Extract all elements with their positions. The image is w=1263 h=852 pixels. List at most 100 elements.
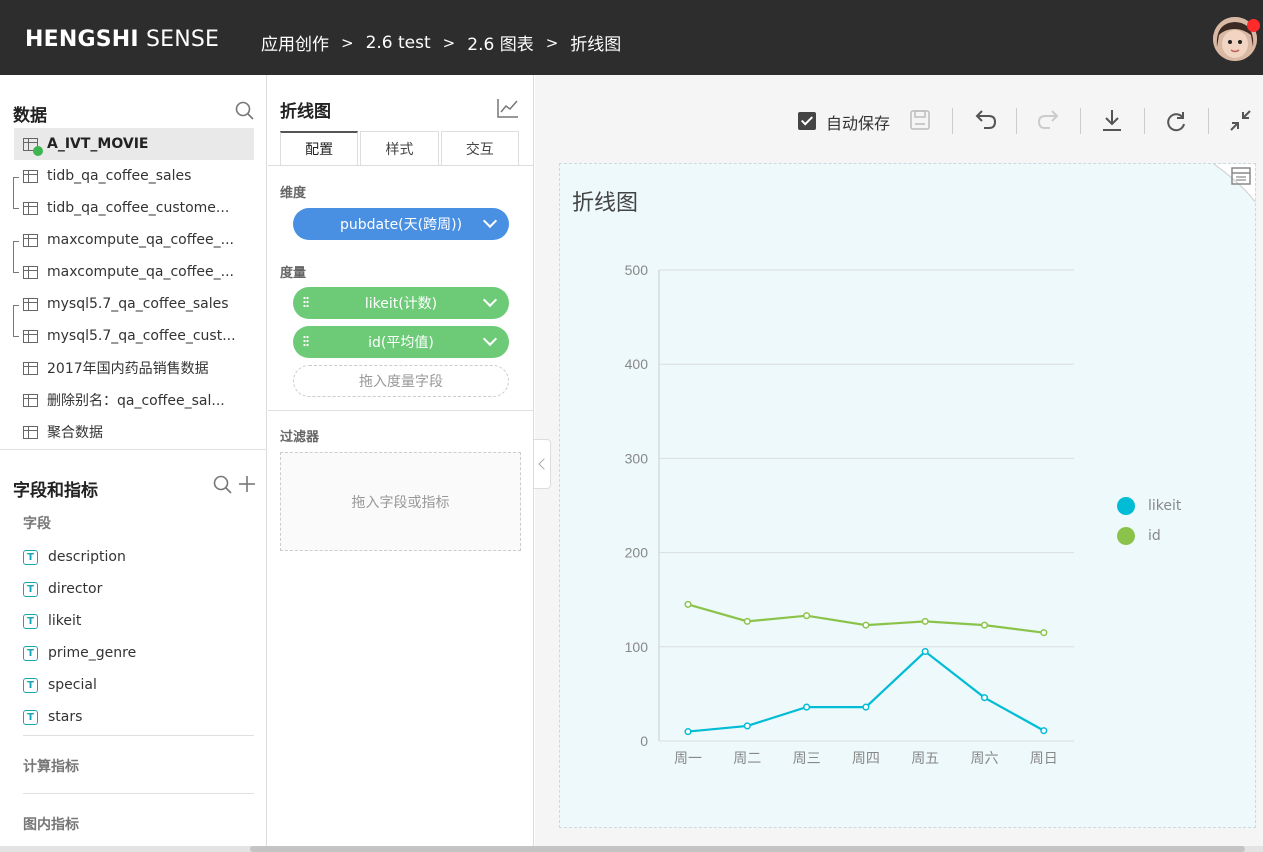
data-point-id[interactable] <box>743 617 751 625</box>
dimension-pill[interactable]: pubdate(天(跨周)) <box>293 208 509 240</box>
field-label: likeit <box>48 613 82 629</box>
legend-item-id[interactable]: id <box>1117 521 1181 551</box>
table-icon <box>23 425 38 439</box>
dataset-list: A_IVT_MOVIE tidb_qa_coffee_sales tidb_qa… <box>14 128 254 448</box>
data-point-likeit[interactable] <box>743 722 751 730</box>
breadcrumb-item[interactable]: 2.6 test <box>366 33 431 53</box>
dataset-item[interactable]: maxcompute_qa_coffee_... <box>14 256 254 288</box>
dataset-item[interactable]: tidb_qa_coffee_custome... <box>14 192 254 224</box>
chevron-down-icon[interactable] <box>482 331 498 347</box>
drag-handle-icon[interactable] <box>303 335 309 348</box>
field-label: director <box>48 581 103 597</box>
search-icon[interactable] <box>235 101 255 121</box>
text-type-icon: T <box>23 581 38 597</box>
toolbar-separator <box>1080 108 1081 134</box>
data-point-id[interactable] <box>1040 629 1048 637</box>
filter-drop-zone[interactable]: 拖入字段或指标 <box>280 452 521 551</box>
field-label: description <box>48 549 126 565</box>
line-chart-icon[interactable] <box>496 97 520 119</box>
data-point-likeit[interactable] <box>980 694 989 702</box>
measure-drop-zone[interactable]: 拖入度量字段 <box>293 365 509 397</box>
dataset-item[interactable]: 删除别名：qa_coffee_sal... <box>14 384 254 416</box>
scrollbar-thumb[interactable] <box>250 846 1245 852</box>
dataset-label: 聚合数据 <box>47 425 103 441</box>
data-point-likeit[interactable] <box>921 647 929 656</box>
tab-style[interactable]: 样式 <box>360 131 439 166</box>
top-bar: HENGSHI SENSE 应用创作 > 2.6 test > 2.6 图表 >… <box>0 0 1263 75</box>
redo-icon[interactable] <box>1034 106 1064 136</box>
field-item[interactable]: Tdescription <box>23 545 126 569</box>
field-item[interactable]: Tstars <box>23 705 82 729</box>
calc-metrics-heading[interactable]: 计算指标 <box>23 756 79 776</box>
data-point-id[interactable] <box>980 621 989 629</box>
collapse-icon[interactable] <box>1226 106 1256 136</box>
breadcrumb-separator: > <box>341 33 354 52</box>
breadcrumb-item[interactable]: 2.6 图表 <box>467 30 533 55</box>
line-chart[interactable]: 0 100 200 300 400 500 周一 周二 周三 周四 周五 周六 周日 <box>560 164 1255 784</box>
dataset-item[interactable]: A_IVT_MOVIE <box>14 128 254 160</box>
search-icon[interactable] <box>213 475 233 495</box>
x-tick-label: 周六 <box>971 751 999 767</box>
text-type-icon: T <box>23 613 38 629</box>
drag-handle-icon[interactable] <box>303 296 309 309</box>
data-section-title: 数据 <box>13 106 47 126</box>
save-icon[interactable] <box>905 106 935 136</box>
dimension-pill-label: pubdate(天(跨周)) <box>339 217 463 233</box>
undo-icon[interactable] <box>970 106 1000 136</box>
data-point-id[interactable] <box>921 617 929 625</box>
dataset-item[interactable]: 2017年国内药品销售数据 <box>14 352 254 384</box>
refresh-icon[interactable] <box>1161 106 1191 136</box>
autosave-label: 自动保存 <box>826 114 891 133</box>
fields-subheading: 字段 <box>23 516 51 532</box>
chart-metrics-heading[interactable]: 图内指标 <box>23 814 79 834</box>
chevron-down-icon[interactable] <box>482 292 498 308</box>
data-point-likeit[interactable] <box>862 703 870 711</box>
y-tick-label: 500 <box>625 262 649 278</box>
dataset-item[interactable]: tidb_qa_coffee_sales <box>14 160 254 192</box>
data-point-likeit[interactable] <box>803 703 811 711</box>
field-item[interactable]: Tlikeit <box>23 609 81 633</box>
y-tick-label: 300 <box>625 450 649 466</box>
dataset-item[interactable]: mysql5.7_qa_coffee_sales <box>14 288 254 320</box>
divider <box>23 793 254 794</box>
measure-pill[interactable]: likeit(计数) <box>293 287 509 319</box>
data-point-likeit[interactable] <box>1040 727 1048 735</box>
chevron-down-icon[interactable] <box>482 213 498 229</box>
text-type-icon: T <box>23 645 38 661</box>
field-item[interactable]: Tprime_genre <box>23 641 136 665</box>
breadcrumb-separator: > <box>545 33 559 52</box>
field-item[interactable]: Tspecial <box>23 673 97 697</box>
data-point-id[interactable] <box>803 612 811 620</box>
data-point-id[interactable] <box>684 600 692 608</box>
legend-item-likeit[interactable]: likeit <box>1117 491 1181 521</box>
data-point-id[interactable] <box>862 621 870 629</box>
dataset-item[interactable]: maxcompute_qa_coffee_... <box>14 224 254 256</box>
collapse-panel-handle[interactable] <box>534 439 551 489</box>
download-icon[interactable] <box>1097 106 1127 136</box>
dataset-item[interactable]: mysql5.7_qa_coffee_cust... <box>14 320 254 352</box>
logo-bold-text: HENGSHI <box>25 27 139 52</box>
divider <box>0 449 267 450</box>
notification-dot <box>1247 19 1260 32</box>
measure-pill[interactable]: id(平均值) <box>293 326 509 358</box>
legend-swatch <box>1117 497 1135 515</box>
chart-legend: likeit id <box>1117 491 1181 551</box>
field-item[interactable]: Tdirector <box>23 577 102 601</box>
data-point-likeit[interactable] <box>684 728 692 736</box>
toolbar-separator <box>952 108 953 134</box>
dataset-item[interactable]: 聚合数据 <box>14 416 254 448</box>
x-tick-label: 周五 <box>911 751 939 767</box>
divider <box>23 735 254 736</box>
field-label: stars <box>48 709 83 725</box>
logo[interactable]: HENGSHI SENSE <box>25 27 219 52</box>
add-icon[interactable] <box>238 475 258 495</box>
tab-config[interactable]: 配置 <box>280 131 359 166</box>
chart-type-title: 折线图 <box>280 102 331 122</box>
dataset-label: A_IVT_MOVIE <box>47 136 149 152</box>
table-icon <box>23 393 38 407</box>
series-line-likeit[interactable] <box>687 650 1045 733</box>
dataset-label: 删除别名：qa_coffee_sal... <box>47 393 225 409</box>
tab-interaction[interactable]: 交互 <box>440 131 519 166</box>
autosave-checkbox[interactable] <box>798 112 816 130</box>
breadcrumb-item[interactable]: 应用创作 <box>261 30 329 55</box>
